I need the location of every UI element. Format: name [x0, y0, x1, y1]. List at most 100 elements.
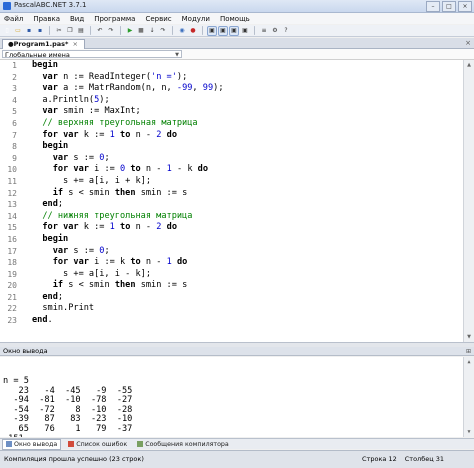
- run-icon[interactable]: ▶: [126, 27, 134, 35]
- layout-2-icon[interactable]: ▣: [218, 25, 228, 36]
- code-line[interactable]: 4 a.Println(5);: [0, 95, 460, 107]
- paste-icon[interactable]: ▤: [77, 27, 85, 35]
- code-text: end.: [32, 315, 53, 326]
- code-line[interactable]: 12 if s < smin then smin := s: [0, 188, 460, 200]
- toolbar-separator: [172, 26, 173, 35]
- scroll-up-icon[interactable]: ▲: [465, 358, 473, 366]
- code-text: for var i := 0 to n - 1 - k do: [52, 164, 209, 175]
- pin-icon[interactable]: ⊞: [466, 347, 471, 356]
- settings-icon[interactable]: ⚙: [271, 27, 279, 35]
- open-folder-icon[interactable]: ▭: [14, 27, 22, 35]
- tab-output-window[interactable]: Окно вывода: [2, 438, 62, 450]
- format-icon[interactable]: ≡: [260, 27, 268, 35]
- code-line[interactable]: 15 for var k := 1 to n - 2 do: [0, 222, 460, 234]
- code-line[interactable]: 5 var smin := MaxInt;: [0, 106, 460, 118]
- stop-icon[interactable]: ■: [137, 27, 145, 35]
- line-number: 19: [7, 269, 17, 279]
- code-text: for var i := k to n - 1 do: [52, 257, 188, 268]
- menu-service[interactable]: Сервис: [145, 15, 171, 23]
- code-line[interactable]: 6 // верхняя треугольная матрица: [0, 118, 460, 130]
- code-line[interactable]: 17 var s := 0;: [0, 246, 460, 258]
- scroll-up-icon[interactable]: ▲: [465, 61, 473, 69]
- tab-compiler-messages[interactable]: Сообщения компилятора: [134, 440, 232, 449]
- code-line[interactable]: 21 end;: [0, 292, 460, 304]
- code-line[interactable]: 23 end.: [0, 315, 460, 327]
- tab-program1[interactable]: ●Program1.pas* ×: [2, 39, 85, 49]
- code-text: var s := 0;: [52, 152, 110, 163]
- scroll-down-icon[interactable]: ▼: [465, 333, 473, 341]
- code-line[interactable]: 19 s += a[i, i - k];: [0, 269, 460, 281]
- scope-value: Глобальные имена: [5, 51, 70, 59]
- help-icon[interactable]: ?: [282, 27, 290, 35]
- code-line[interactable]: 9 var s := 0;: [0, 153, 460, 165]
- menu-view[interactable]: Вид: [70, 15, 84, 23]
- line-number: 12: [7, 188, 17, 198]
- output-scrollbar[interactable]: ▲ ▼: [463, 357, 474, 437]
- code-line[interactable]: 22 smin.Print: [0, 303, 460, 315]
- layout-3-icon[interactable]: ▣: [229, 25, 239, 36]
- copy-icon[interactable]: ❐: [66, 27, 74, 35]
- line-number: 3: [12, 84, 17, 94]
- bottom-tab-bar: Окно вывода Список ошибок Сообщения комп…: [0, 438, 474, 450]
- redo-icon[interactable]: ↷: [107, 27, 115, 35]
- layout-1-icon[interactable]: ▣: [207, 25, 217, 36]
- toolbar-separator: [120, 26, 121, 35]
- code-lines: 1 begin 2 var n := ReadInteger('n ='); 3 va…: [0, 60, 460, 327]
- code-text: if s < smin then smin := s: [52, 187, 188, 198]
- code-line[interactable]: 8 begin: [0, 141, 460, 153]
- status-bar: Компиляция прошла успешно (23 строк) Стр…: [0, 450, 474, 468]
- step-over-icon[interactable]: ↷: [159, 27, 167, 35]
- debug-icon[interactable]: ◉: [178, 27, 186, 35]
- save-icon[interactable]: ▪: [25, 27, 33, 35]
- output-panel[interactable]: n = 5 23 -4 -45 -9 -55 -94 -81 -10 -78 -…: [0, 357, 474, 437]
- output-panel-header: Окно вывода ⊞: [0, 347, 474, 356]
- code-line[interactable]: 11 s += a[i, i + k];: [0, 176, 460, 188]
- code-line[interactable]: 16 begin: [0, 234, 460, 246]
- code-line[interactable]: 20 if s < smin then smin := s: [0, 280, 460, 292]
- editor-tab-bar: ●Program1.pas* × ×: [0, 38, 474, 49]
- col-value: 31: [435, 455, 444, 463]
- line-number: 2: [12, 72, 17, 82]
- code-line[interactable]: 18 for var i := k to n - 1 do: [0, 257, 460, 269]
- step-into-icon[interactable]: ↓: [148, 27, 156, 35]
- save-all-icon[interactable]: ▪: [36, 27, 44, 35]
- scope-bar: Глобальные имена ▼: [0, 49, 474, 60]
- code-line[interactable]: 2 var n := ReadInteger('n =');: [0, 72, 460, 84]
- close-window-button[interactable]: ×: [458, 1, 472, 12]
- code-line[interactable]: 10 for var i := 0 to n - 1 - k do: [0, 164, 460, 176]
- tab-output-window-label: Окно вывода: [14, 440, 58, 448]
- editor-scrollbar[interactable]: ▲ ▼: [463, 60, 474, 342]
- code-editor[interactable]: 1 begin 2 var n := ReadInteger('n ='); 3 va…: [0, 60, 474, 343]
- toolbar-separator: [49, 26, 50, 35]
- menu-edit[interactable]: Правка: [33, 15, 60, 23]
- menu-program[interactable]: Программа: [94, 15, 135, 23]
- menu-modules[interactable]: Модули: [182, 15, 210, 23]
- tab-close-icon[interactable]: ×: [72, 40, 77, 48]
- menu-file[interactable]: Файл: [4, 15, 23, 23]
- new-file-icon[interactable]: ▯: [3, 27, 11, 35]
- code-line[interactable]: 14 // нижняя треугольная матрица: [0, 211, 460, 223]
- layout-4-icon[interactable]: ▣: [241, 27, 249, 35]
- code-line[interactable]: 1 begin: [0, 60, 460, 72]
- error-list-icon: [68, 441, 75, 447]
- scope-select[interactable]: Глобальные имена ▼: [2, 50, 182, 59]
- code-line[interactable]: 13 end;: [0, 199, 460, 211]
- line-number: 20: [7, 281, 17, 291]
- minimize-button[interactable]: –: [426, 1, 440, 12]
- tab-error-list[interactable]: Список ошибок: [65, 440, 130, 449]
- breakpoint-icon[interactable]: ●: [189, 27, 197, 35]
- code-line[interactable]: 7 for var k := 1 to n - 2 do: [0, 130, 460, 142]
- code-text: s += a[i, i - k];: [32, 268, 151, 279]
- title-bar: PascalABC.NET 3.7.1 – □ ×: [0, 0, 474, 13]
- maximize-button[interactable]: □: [442, 1, 456, 12]
- toolbar-separator: [202, 26, 203, 35]
- close-tabs-icon[interactable]: ×: [465, 39, 471, 47]
- code-text: var s := 0;: [52, 245, 110, 256]
- scroll-down-icon[interactable]: ▼: [465, 428, 473, 436]
- code-line[interactable]: 3 var a := MatrRandom(n, n, -99, 99);: [0, 83, 460, 95]
- cut-icon[interactable]: ✂: [55, 27, 63, 35]
- output-panel-title: Окно вывода: [3, 347, 48, 355]
- menu-help[interactable]: Помощь: [220, 15, 250, 23]
- col-label: Столбец: [404, 455, 434, 463]
- undo-icon[interactable]: ↶: [96, 27, 104, 35]
